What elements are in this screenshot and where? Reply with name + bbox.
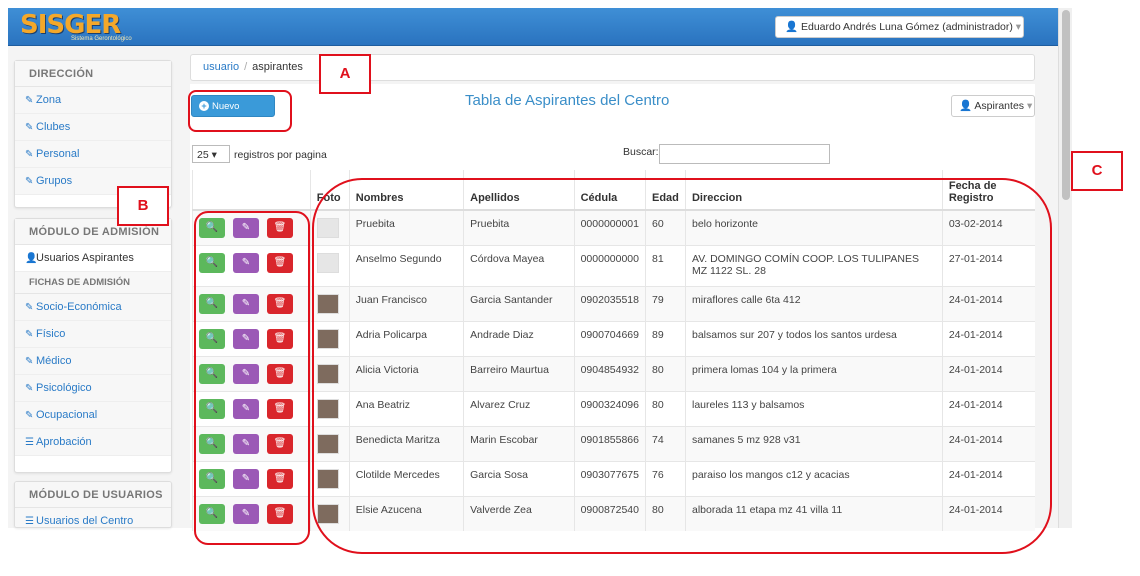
aspirantes-filter-button[interactable]: 👤 Aspirantes ▾ [951,95,1035,117]
sidebar-item-usuarios-centro[interactable]: ☰ Usuarios del Centro [15,508,171,527]
scrollbar-thumb[interactable] [1062,10,1070,200]
breadcrumb-separator: / [244,61,248,73]
per-page-control: 25 ▾ registros por pagina [192,145,327,164]
sidebar-item-label: Aprobación [36,436,92,448]
edit-icon: ✎ [25,356,34,367]
list-icon: ☰ [25,437,34,448]
breadcrumb-current: aspirantes [252,61,303,73]
col-header-actions [192,170,311,211]
sidebar-item-socio-economica[interactable]: ✎ Socio-Económica [15,294,171,321]
sidebar-item-label: Personal [36,148,80,160]
user-icon: 👤 [959,100,973,112]
per-page-select[interactable]: 25 ▾ [192,145,230,163]
annotation-box-c [312,178,1052,554]
per-page-label: registros por pagina [234,149,327,161]
annotation-box-a [188,90,292,132]
annotation-box-b [194,211,310,545]
sidebar-item-label: Médico [36,355,72,367]
search-input[interactable] [659,144,830,164]
sidebar-item-medico[interactable]: ✎ Médico [15,348,171,375]
sidebar-item-label: Clubes [36,121,71,133]
sidebar-item-clubes[interactable]: ✎ Clubes [15,114,171,141]
logo-subtitle: Sistema Gerontológico [71,36,132,42]
sidebar-heading-usuarios: MÓDULO DE USUARIOS [15,482,171,508]
edit-icon: ✎ [25,122,34,133]
sidebar-item-fisico[interactable]: ✎ Físico [15,321,171,348]
edit-icon: ✎ [25,302,34,313]
sidebar-item-label: Psicológico [36,382,92,394]
annotation-label-c: C [1071,151,1123,191]
edit-icon: ✎ [25,383,34,394]
sidebar-item-label: Usuarios Aspirantes [36,252,134,264]
page-title: Tabla de Aspirantes del Centro [465,92,670,109]
sidebar-item-ocupacional[interactable]: ✎ Ocupacional [15,402,171,429]
caret-down-icon: ▾ [1026,100,1033,112]
sidebar-item-label: Zona [36,94,62,106]
edit-icon: ✎ [25,329,34,340]
user-menu-button[interactable]: 👤 Eduardo Andrés Luna Gómez (administrad… [775,16,1024,38]
annotation-label-a: A [319,54,371,94]
list-icon: ☰ [25,516,34,527]
breadcrumb-link-usuario[interactable]: usuario [203,61,239,73]
top-navbar: SISGER Sistema Gerontológico 👤 Eduardo A… [8,8,1058,46]
breadcrumb: usuario / aspirantes [190,54,1035,81]
sidebar-item-psicologico[interactable]: ✎ Psicológico [15,375,171,402]
user-label: Eduardo Andrés Luna Gómez (administrador… [801,21,1013,33]
sidebar-item-zona[interactable]: ✎ Zona [15,87,171,114]
sidebar-item-label: Socio-Económica [36,301,122,313]
user-icon: 👤 [25,253,38,264]
search-label: Buscar: [623,146,659,158]
annotation-label-b: B [117,186,169,226]
sidebar-item-label: Usuarios del Centro [36,515,134,527]
user-icon: 👤 [785,21,799,33]
sidebar-heading-direccion: DIRECCIÓN [15,61,171,87]
edit-icon: ✎ [25,410,34,421]
sidebar-subheading-fichas: FICHAS DE ADMISIÓN [15,272,171,294]
sidebar-item-personal[interactable]: ✎ Personal [15,141,171,168]
sidebar-usuarios-panel: MÓDULO DE USUARIOS ☰ Usuarios del Centro [14,481,172,528]
filter-label: Aspirantes [974,100,1025,112]
edit-icon: ✎ [25,149,34,160]
sidebar-admision-panel: MÓDULO DE ADMISIÓN 👤Usuarios Aspirantes … [14,218,172,473]
sidebar-item-usuarios-aspirantes[interactable]: 👤Usuarios Aspirantes [15,245,171,272]
edit-icon: ✎ [25,95,34,106]
sidebar-item-aprobacion[interactable]: ☰ Aprobación [15,429,171,456]
edit-icon: ✎ [25,176,34,187]
sidebar-item-label: Ocupacional [36,409,98,421]
caret-down-icon: ▾ [1015,21,1022,33]
sidebar-item-label: Grupos [36,175,73,187]
vertical-scrollbar[interactable] [1058,8,1072,528]
sidebar-item-label: Físico [36,328,66,340]
